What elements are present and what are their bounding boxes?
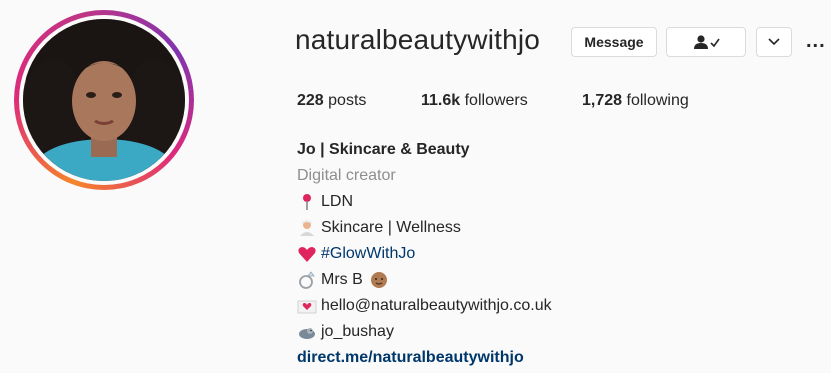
avatar-gap <box>19 15 189 185</box>
bio-line-skincare: Skincare | Wellness <box>297 215 552 241</box>
bio-name: Jo | Skincare & Beauty <box>297 141 470 158</box>
suggested-accounts-button[interactable] <box>756 27 792 57</box>
message-button-label: Message <box>584 34 644 50</box>
profile-bio: Jo | Skincare & Beauty Digital creator L… <box>297 137 552 371</box>
posts-stat: 228 posts <box>297 92 366 110</box>
followers-count: 11.6k <box>421 92 461 109</box>
posts-label: posts <box>328 92 367 109</box>
heart-icon <box>298 247 316 262</box>
bio-line-social: jo_bushay <box>297 319 552 345</box>
bird-icon <box>299 328 315 339</box>
envelope-icon <box>297 300 317 314</box>
chevron-down-icon <box>768 38 780 46</box>
ring-icon <box>299 271 315 289</box>
profile-avatar-ring[interactable] <box>14 10 194 190</box>
message-button[interactable]: Message <box>571 27 657 57</box>
pin-icon <box>303 194 311 210</box>
following-stat[interactable]: 1,728 following <box>582 92 689 110</box>
person-check-icon <box>694 35 720 49</box>
posts-count: 228 <box>297 92 324 109</box>
bio-line-hashtag: #GlowWithJo <box>297 241 552 267</box>
following-button[interactable] <box>666 27 746 57</box>
bio-line-email: hello@naturalbeautywithjo.co.uk <box>297 293 552 319</box>
more-options-icon[interactable]: ... <box>806 30 826 53</box>
bio-external-link[interactable]: direct.me/naturalbeautywithjo <box>297 345 552 371</box>
bio-line-location: LDN <box>297 189 552 215</box>
hashtag-link[interactable]: #GlowWithJo <box>321 241 415 267</box>
bio-category: Digital creator <box>297 167 396 184</box>
followers-stat[interactable]: 11.6k followers <box>421 92 528 110</box>
baby-icon <box>370 272 387 288</box>
following-count: 1,728 <box>582 92 623 109</box>
profile-username: naturalbeautywithjo <box>295 24 541 55</box>
followers-label: followers <box>464 92 528 109</box>
spa-person-icon <box>300 220 314 236</box>
avatar[interactable] <box>23 19 185 181</box>
bio-line-family: Mrs B <box>297 267 552 293</box>
following-label: following <box>626 92 689 109</box>
